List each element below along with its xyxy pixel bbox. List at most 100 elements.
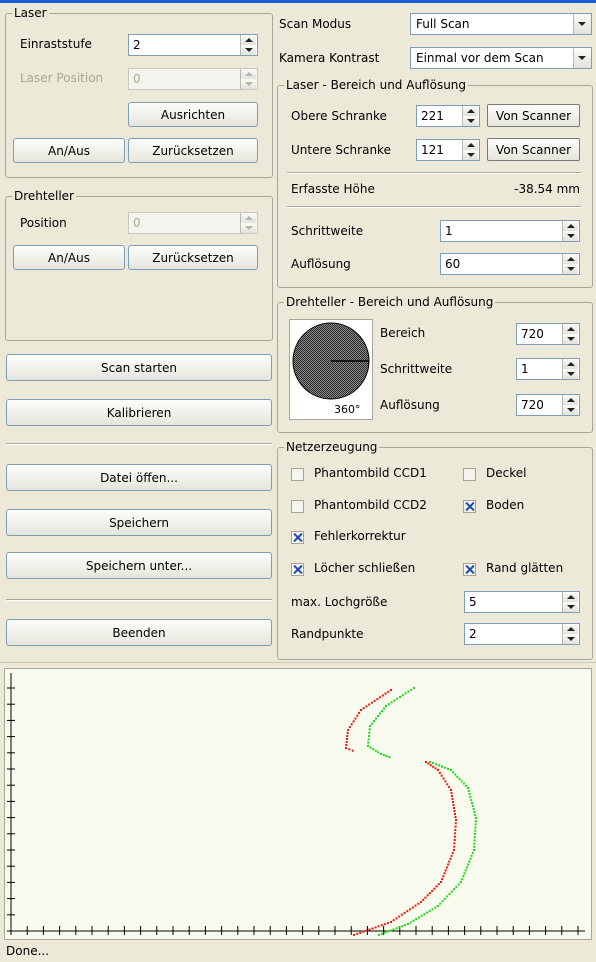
- max-lochgroesse-spinner[interactable]: 5: [464, 591, 580, 613]
- green-profile-dot: [467, 863, 470, 866]
- kalibrieren-button[interactable]: Kalibrieren: [6, 399, 272, 426]
- untere-schranke-spinner[interactable]: 121: [416, 139, 480, 161]
- laser-schrittweite-spinner[interactable]: 1: [440, 220, 580, 242]
- red-profile-dot: [431, 889, 434, 892]
- scan-starten-button[interactable]: Scan starten: [6, 354, 272, 381]
- red-profile-dot: [453, 849, 455, 851]
- fehlerkorrektur-checkbox[interactable]: [291, 531, 304, 544]
- randpunkte-spinner[interactable]: 2: [464, 623, 580, 645]
- dreh-schrittweite-spinner[interactable]: 1: [516, 358, 580, 380]
- laser-position-spinner: 0: [128, 68, 258, 90]
- beenden-button[interactable]: Beenden: [6, 619, 272, 646]
- spinner-down-arrow-icon[interactable]: [463, 150, 478, 160]
- red-profile-dot: [453, 807, 455, 809]
- green-profile-dot: [470, 854, 473, 857]
- green-profile-dot: [369, 746, 372, 749]
- drehteller-anaus-button[interactable]: An/Aus: [13, 245, 125, 270]
- laser-aufloesung-spinner[interactable]: 60: [440, 253, 580, 275]
- red-profile-dot: [392, 919, 395, 922]
- green-profile-dot: [386, 930, 389, 933]
- splitter-handle[interactable]: [0, 662, 596, 666]
- green-profile-dot: [371, 722, 373, 725]
- green-profile-dot: [455, 885, 458, 888]
- ausrichten-button[interactable]: Ausrichten: [128, 102, 258, 127]
- spinner-down-arrow-icon[interactable]: [563, 405, 578, 415]
- drehteller-zuruecksetzen-button[interactable]: Zurücksetzen: [128, 245, 258, 270]
- dreh-aufloesung-spinner[interactable]: 720: [516, 394, 580, 416]
- green-profile-dot: [412, 919, 415, 922]
- red-profile-dot: [450, 854, 453, 857]
- green-profile-dot: [470, 799, 473, 801]
- rand-glaetten-checkbox[interactable]: [463, 563, 476, 576]
- green-profile-dot: [396, 697, 399, 700]
- speichern-button[interactable]: Speichern: [6, 509, 272, 536]
- einraststufe-spinner[interactable]: 2: [128, 34, 258, 56]
- drehteller-dial[interactable]: 360°: [289, 319, 373, 420]
- red-profile-dot: [437, 883, 440, 886]
- green-profile-dot: [409, 921, 412, 924]
- red-profile-dot: [362, 930, 365, 933]
- green-profile-dot: [373, 720, 375, 722]
- phantombild-ccd1-checkbox[interactable]: [291, 468, 304, 481]
- spinner-down-arrow-icon[interactable]: [563, 334, 578, 344]
- boden-checkbox[interactable]: [463, 500, 476, 513]
- spinner-down-arrow-icon[interactable]: [563, 264, 578, 274]
- green-profile-dot: [452, 771, 455, 774]
- green-profile-dot: [441, 900, 444, 903]
- dropdown-arrow-icon[interactable]: [573, 48, 591, 68]
- red-profile-dot: [350, 723, 353, 726]
- spinner-down-arrow-icon[interactable]: [563, 602, 578, 612]
- green-profile-dot: [468, 860, 471, 863]
- red-profile-dot: [356, 932, 359, 935]
- red-profile-dot: [370, 701, 373, 704]
- red-profile-dot: [428, 892, 431, 895]
- green-profile-dot: [474, 814, 477, 816]
- spinner-down-arrow-icon[interactable]: [563, 369, 578, 379]
- datei-oeffnen-button[interactable]: Datei öffen...: [6, 464, 272, 491]
- red-profile-dot: [441, 878, 444, 881]
- kamera-kontrast-select[interactable]: Einmal vor dem Scan: [410, 47, 592, 69]
- green-profile-dot: [463, 872, 466, 875]
- red-profile-dot: [411, 906, 414, 909]
- spinner-down-arrow-icon[interactable]: [563, 634, 578, 644]
- deckel-checkbox[interactable]: [463, 468, 476, 481]
- phantombild-ccd1-label: Phantombild CCD1: [314, 466, 427, 480]
- separator: [6, 599, 272, 601]
- bereich-spinner[interactable]: 720: [516, 323, 580, 345]
- red-profile-dot: [359, 931, 362, 934]
- untere-von-scanner-button[interactable]: Von Scanner: [487, 138, 580, 161]
- drehteller-position-label: Position: [20, 216, 67, 230]
- green-profile-dot: [368, 735, 370, 737]
- max-lochgroesse-label: max. Lochgröße: [291, 595, 388, 609]
- scan-modus-label: Scan Modus: [279, 17, 352, 31]
- scan-modus-select[interactable]: Full Scan: [410, 13, 592, 35]
- loecher-schliessen-label: Löcher schließen: [314, 561, 416, 575]
- speichern-unter-button[interactable]: Speichern unter...: [6, 552, 272, 579]
- scan-profile-plot: [7, 673, 585, 936]
- red-profile-dot: [362, 707, 365, 710]
- red-profile-dot: [453, 839, 456, 841]
- red-profile-dot: [347, 729, 349, 731]
- green-profile-dot: [367, 745, 369, 747]
- spinner-down-arrow-icon[interactable]: [563, 231, 578, 241]
- green-profile-dot: [465, 866, 468, 869]
- red-profile-dot: [444, 869, 447, 872]
- green-profile-dot: [450, 769, 452, 771]
- loecher-schliessen-checkbox[interactable]: [291, 563, 304, 576]
- red-profile-dot: [365, 929, 368, 932]
- phantombild-ccd2-checkbox[interactable]: [291, 500, 304, 513]
- dropdown-arrow-icon[interactable]: [573, 14, 591, 34]
- spinner-down-arrow-icon[interactable]: [463, 116, 478, 126]
- obere-von-scanner-button[interactable]: Von Scanner: [487, 104, 580, 127]
- green-profile-dot: [374, 749, 377, 752]
- red-profile-dot: [433, 887, 436, 890]
- red-profile-dot: [442, 875, 445, 878]
- red-profile-dot: [451, 798, 454, 800]
- green-profile-dot: [438, 764, 440, 767]
- red-profile-dot: [446, 783, 449, 786]
- laser-zuruecksetzen-button[interactable]: Zurücksetzen: [128, 138, 258, 163]
- obere-schranke-spinner[interactable]: 221: [416, 105, 480, 127]
- laser-anaus-button[interactable]: An/Aus: [13, 138, 125, 163]
- laser-group-legend: Laser: [14, 6, 47, 20]
- spinner-down-arrow-icon[interactable]: [241, 45, 256, 55]
